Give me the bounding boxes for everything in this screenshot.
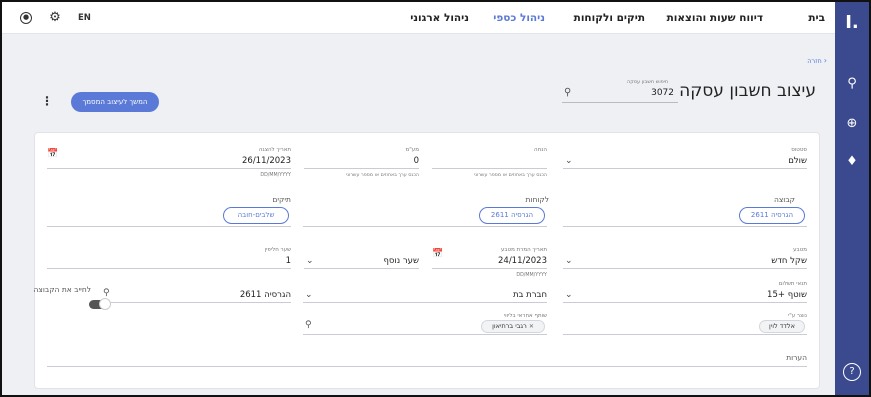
creator-field[interactable]: נוצר ע"י אלדד לוין: [563, 313, 807, 335]
invoice-date-field[interactable]: תאריך להצגה 26/11/2023 📅: [47, 147, 291, 169]
status-label: סטטוס: [791, 147, 807, 153]
responsible-chip[interactable]: רגבי ברתיאון ✕: [481, 320, 545, 333]
payment-terms-label: תנאי תשלום: [778, 281, 807, 287]
cases-chip[interactable]: שלבים-חובה: [223, 207, 289, 224]
top-navigation: ● ⚙ EN בית דיווח שעות והוצאות תיקים ולקו…: [2, 2, 835, 34]
payment-terms-field[interactable]: תנאי תשלום שוטף +15 ⌄: [563, 281, 807, 303]
nav-home[interactable]: בית: [808, 2, 825, 34]
calendar-icon[interactable]: 📅: [47, 149, 58, 159]
chevron-down-icon: ⌄: [565, 256, 573, 266]
conversion-date-value: 24/11/2023: [498, 256, 547, 266]
language-toggle[interactable]: EN: [78, 2, 91, 34]
sidebar: I. ⚲ ⊕ ♦ ?: [835, 2, 869, 395]
page-title: עיצוב חשבון עסקה: [679, 81, 816, 101]
form-card: סטטוס שולם ⌄ הנחה הכנס ערך באחוזים או מס…: [33, 132, 820, 389]
extra-rate-value: שער נוסף: [383, 256, 419, 266]
gear-icon[interactable]: ⚙: [48, 11, 62, 25]
search-value: 3072: [651, 88, 674, 98]
payment-terms-value: שוטף +15: [767, 290, 807, 300]
responsible-chip-label: רגבי ברתיאון: [492, 322, 527, 330]
conversion-date-hint: DD/MM/YYYY: [516, 273, 547, 278]
subsidiary-field[interactable]: חברת בת ⌄: [303, 281, 547, 303]
group-search-field[interactable]: הגרסיה 2611 ⚲: [101, 281, 291, 303]
chevron-down-icon: ⌄: [305, 290, 313, 300]
responsible-partner-field[interactable]: שותף אחראי בליווי רגבי ברתיאון ✕ ⚲: [303, 313, 547, 335]
discount-label: הנחה: [534, 147, 547, 153]
vat-hint: הכנס ערך באחוזים או מספר עשרוני: [346, 173, 419, 178]
transaction-search-input[interactable]: ⚲ 3072: [562, 86, 678, 103]
bell-icon[interactable]: ♦: [835, 154, 869, 169]
group-chip[interactable]: הגרסיה 2611: [739, 207, 805, 224]
cases-label: תיקים: [272, 195, 291, 204]
continue-to-design-button[interactable]: המשך לעיצוב המסמך: [71, 92, 159, 112]
search-label: חיפוש חשבון עסקה: [627, 79, 669, 85]
charge-group-toggle[interactable]: [89, 298, 111, 310]
nav-cases-clients[interactable]: תיקים ולקוחות: [574, 2, 645, 34]
exchange-rate-value: 1: [285, 256, 291, 266]
nav-finance[interactable]: ניהול כספי: [493, 2, 545, 34]
extra-rate-field[interactable]: שער נוסף ⌄: [304, 247, 419, 269]
invoice-date-label: תאריך להצגה: [258, 147, 291, 153]
nav-org-management[interactable]: ניהול ארגוני: [410, 2, 469, 34]
currency-field[interactable]: מטבע שקל חדש ⌄: [563, 247, 807, 269]
chevron-down-icon: ⌄: [565, 290, 573, 300]
invoice-date-hint: DD/MM/YYYY: [260, 173, 291, 178]
nav-time-expenses[interactable]: דיווח שעות והוצאות: [667, 2, 763, 34]
search-icon: ⚲: [103, 288, 110, 298]
search-icon[interactable]: ⚲: [835, 76, 869, 91]
calendar-icon[interactable]: 📅: [432, 249, 443, 259]
currency-value: שקל חדש: [771, 256, 807, 266]
invoice-date-value: 26/11/2023: [242, 156, 291, 166]
exchange-rate-field[interactable]: שער חליפין 1: [47, 247, 291, 269]
more-vertical-icon[interactable]: ⋮: [41, 95, 53, 107]
clients-field[interactable]: הגרסיה 2611: [303, 205, 547, 227]
clients-chip[interactable]: הגרסיה 2611: [479, 207, 545, 224]
vat-value: 0: [413, 156, 419, 166]
status-field[interactable]: סטטוס שולם ⌄: [563, 147, 807, 169]
subsidiary-value: חברת בת: [512, 290, 547, 300]
toggle-knob: [99, 298, 111, 310]
back-label: חזרה: [807, 57, 822, 65]
back-link[interactable]: חזרה ›: [807, 56, 827, 65]
user-circle-icon[interactable]: ●: [20, 12, 32, 24]
app-logo[interactable]: I.: [835, 12, 869, 33]
group-search-value: הגרסיה 2611: [239, 290, 291, 300]
vat-field[interactable]: מע"מ 0: [304, 147, 419, 169]
close-icon[interactable]: ✕: [529, 323, 534, 330]
group-label: קבוצה: [773, 195, 795, 204]
discount-hint: הכנס ערך באחוזים או מספר עשרוני: [474, 173, 547, 178]
conversion-date-label: תאריך המרת מטבע: [500, 247, 547, 253]
app-window: I. ⚲ ⊕ ♦ ? ● ⚙ EN בית דיווח שעות והוצאות…: [0, 0, 871, 397]
creator-chip[interactable]: אלדד לוין: [759, 320, 805, 333]
conversion-date-field[interactable]: תאריך המרת מטבע 24/11/2023 📅: [432, 247, 547, 269]
search-icon: ⚲: [564, 87, 572, 98]
chevron-right-icon: ›: [823, 56, 827, 65]
discount-field[interactable]: הנחה: [432, 147, 547, 169]
chevron-down-icon: ⌄: [565, 156, 573, 166]
cases-field[interactable]: שלבים-חובה: [47, 205, 291, 227]
chevron-down-icon: ⌄: [306, 256, 314, 266]
plus-circle-icon[interactable]: ⊕: [835, 116, 869, 131]
group-field[interactable]: הגרסיה 2611: [563, 205, 807, 227]
search-icon: ⚲: [305, 320, 312, 330]
vat-label: מע"מ: [405, 147, 419, 153]
notes-label: הערות: [786, 353, 807, 362]
clients-label: לקוחות: [525, 195, 550, 204]
exchange-rate-label: שער חליפין: [264, 247, 291, 253]
creator-label: נוצר ע"י: [787, 313, 807, 319]
notes-field[interactable]: הערות: [47, 347, 807, 367]
help-icon[interactable]: ?: [843, 363, 861, 381]
status-value: שולם: [788, 156, 807, 166]
currency-label: מטבע: [793, 247, 807, 253]
responsible-label: שותף אחראי בליווי: [503, 313, 547, 319]
charge-group-label: לחייב את הקבוצה: [33, 285, 91, 294]
